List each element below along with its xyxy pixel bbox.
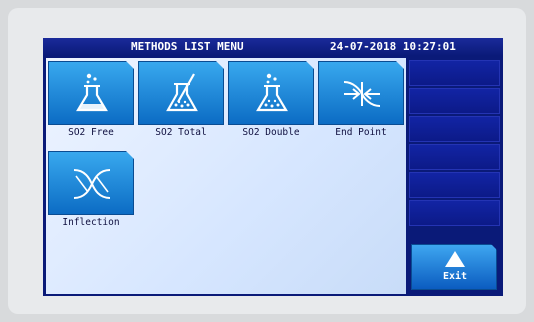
methods-grid: SO2 Free SO2 Total SO2 Double End Point … [46,58,406,294]
method-label: SO2 Total [155,127,207,138]
side-slot-4 [409,144,500,170]
datetime-display: 24-07-2018 10:27:01 [330,40,456,53]
end-point-arrows-icon [343,81,381,107]
inflection-curves-icon [73,169,111,199]
flask-bubbles-icon [256,73,288,112]
side-panel: Exit [409,58,500,294]
side-slot-3 [409,116,500,142]
method-so2-free[interactable]: SO2 Free [48,61,134,138]
exit-label: Exit [442,271,468,282]
method-so2-double[interactable]: SO2 Double [228,61,314,138]
method-so2-double-button[interactable] [228,61,314,125]
method-label: End Point [335,127,387,138]
method-end-point[interactable]: End Point [318,61,404,138]
side-slot-6 [409,200,500,226]
method-end-point-button[interactable] [318,61,404,125]
page-title: METHODS LIST MENU [131,40,244,53]
device-screen: METHODS LIST MENU 24-07-2018 10:27:01 SO… [43,38,503,296]
method-so2-total-button[interactable] [138,61,224,125]
method-inflection[interactable]: Inflection [48,151,134,228]
title-bar: METHODS LIST MENU 24-07-2018 10:27:01 [43,38,503,56]
up-arrow-icon [445,251,465,267]
method-label: SO2 Double [242,127,300,138]
side-slot-2 [409,88,500,114]
method-so2-total[interactable]: SO2 Total [138,61,224,138]
method-label: SO2 Free [68,127,114,138]
method-label: Inflection [62,217,120,228]
method-so2-free-button[interactable] [48,61,134,125]
side-slot-5 [409,172,500,198]
method-inflection-button[interactable] [48,151,134,215]
side-slot-1 [409,60,500,86]
flask-bubbles-icon [76,73,108,112]
flask-stirrer-icon [166,73,198,112]
exit-button[interactable]: Exit [411,244,497,290]
